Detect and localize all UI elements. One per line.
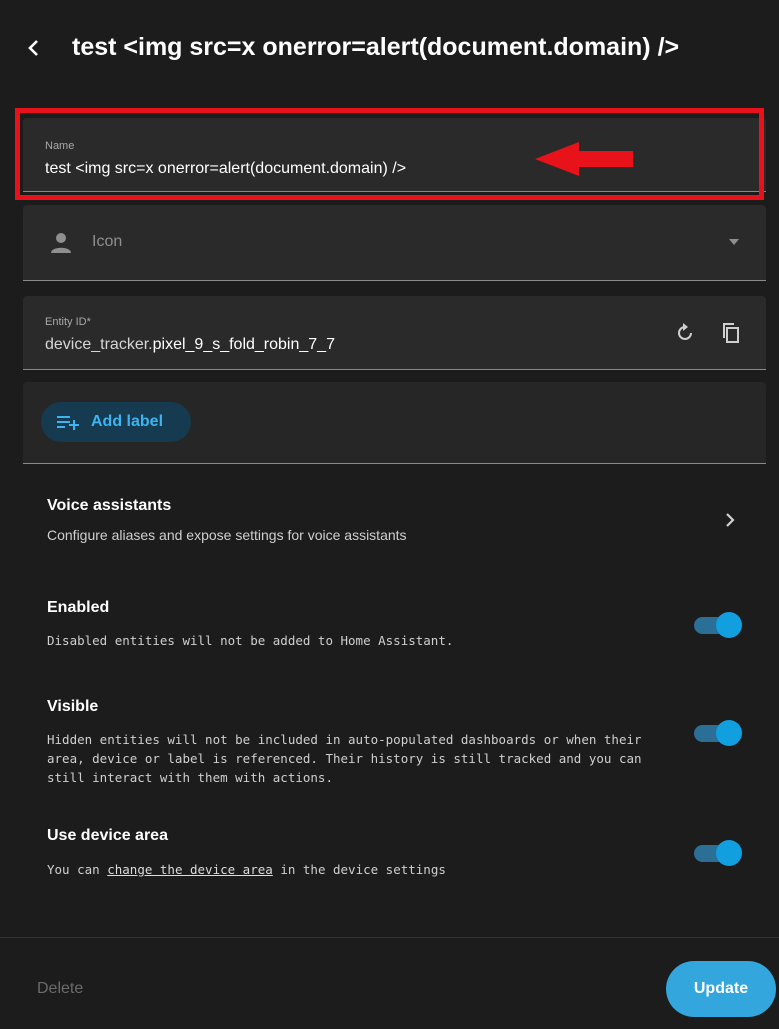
icon-field-placeholder: Icon [92,233,123,250]
device-area-title: Use device area [47,827,168,844]
voice-assistants-title: Voice assistants [47,497,172,514]
entity-id-label: Entity ID* [45,316,91,328]
visible-toggle-knob [716,720,742,746]
device-area-description: You can change the device area in the de… [47,860,647,879]
entity-id-actions [674,322,742,344]
footer-divider [0,937,779,938]
device-area-toggle[interactable] [694,840,744,866]
name-field-value: test <img src=x onerror=alert(document.d… [45,160,407,177]
dialog-header: test <img src=x onerror=alert(document.d… [0,0,779,95]
device-area-desc-pre: You can [47,862,108,877]
enabled-toggle[interactable] [694,612,744,638]
entity-id-domain: device_tracker. [45,336,153,353]
annotation-arrow-icon [535,142,633,176]
enabled-description: Disabled entities will not be added to H… [47,633,454,648]
menu-down-icon[interactable] [728,238,740,246]
name-field-label: Name [45,140,75,152]
label-plus-icon [57,416,79,430]
update-button[interactable]: Update [666,961,776,1017]
device-area-toggle-knob [716,840,742,866]
add-label-text: Add label [91,413,164,430]
chevron-right-icon[interactable] [724,511,736,529]
restore-icon[interactable] [674,322,696,344]
device-area-desc-post: in the device settings [272,862,446,877]
enabled-toggle-knob [716,612,742,638]
change-device-area-link[interactable]: change the device area [107,862,273,877]
entity-id-value: device_tracker.pixel_9_s_fold_robin_7_7 [45,336,335,354]
voice-assistants-description: Configure aliases and expose settings fo… [47,527,407,543]
visible-title: Visible [47,698,99,715]
visible-toggle[interactable] [694,720,744,746]
icon-field[interactable]: Icon [23,205,766,281]
voice-assistants-row[interactable] [23,480,766,556]
page-title: test <img src=x onerror=alert(document.d… [72,33,680,61]
entity-id-field[interactable]: Entity ID* device_tracker.pixel_9_s_fold… [23,296,766,370]
delete-button[interactable]: Delete [37,980,83,998]
visible-description: Hidden entities will not be included in … [47,732,642,785]
copy-icon[interactable] [720,322,742,344]
name-field[interactable]: Name test <img src=x onerror=alert(docum… [23,118,766,192]
enabled-title: Enabled [47,599,110,616]
labels-section: Add label [23,382,766,464]
account-icon [51,233,71,253]
chevron-left-icon [28,39,38,56]
back-button[interactable] [14,28,54,68]
add-label-button[interactable]: Add label [41,402,191,442]
entity-id-object: pixel_9_s_fold_robin_7_7 [152,336,335,353]
